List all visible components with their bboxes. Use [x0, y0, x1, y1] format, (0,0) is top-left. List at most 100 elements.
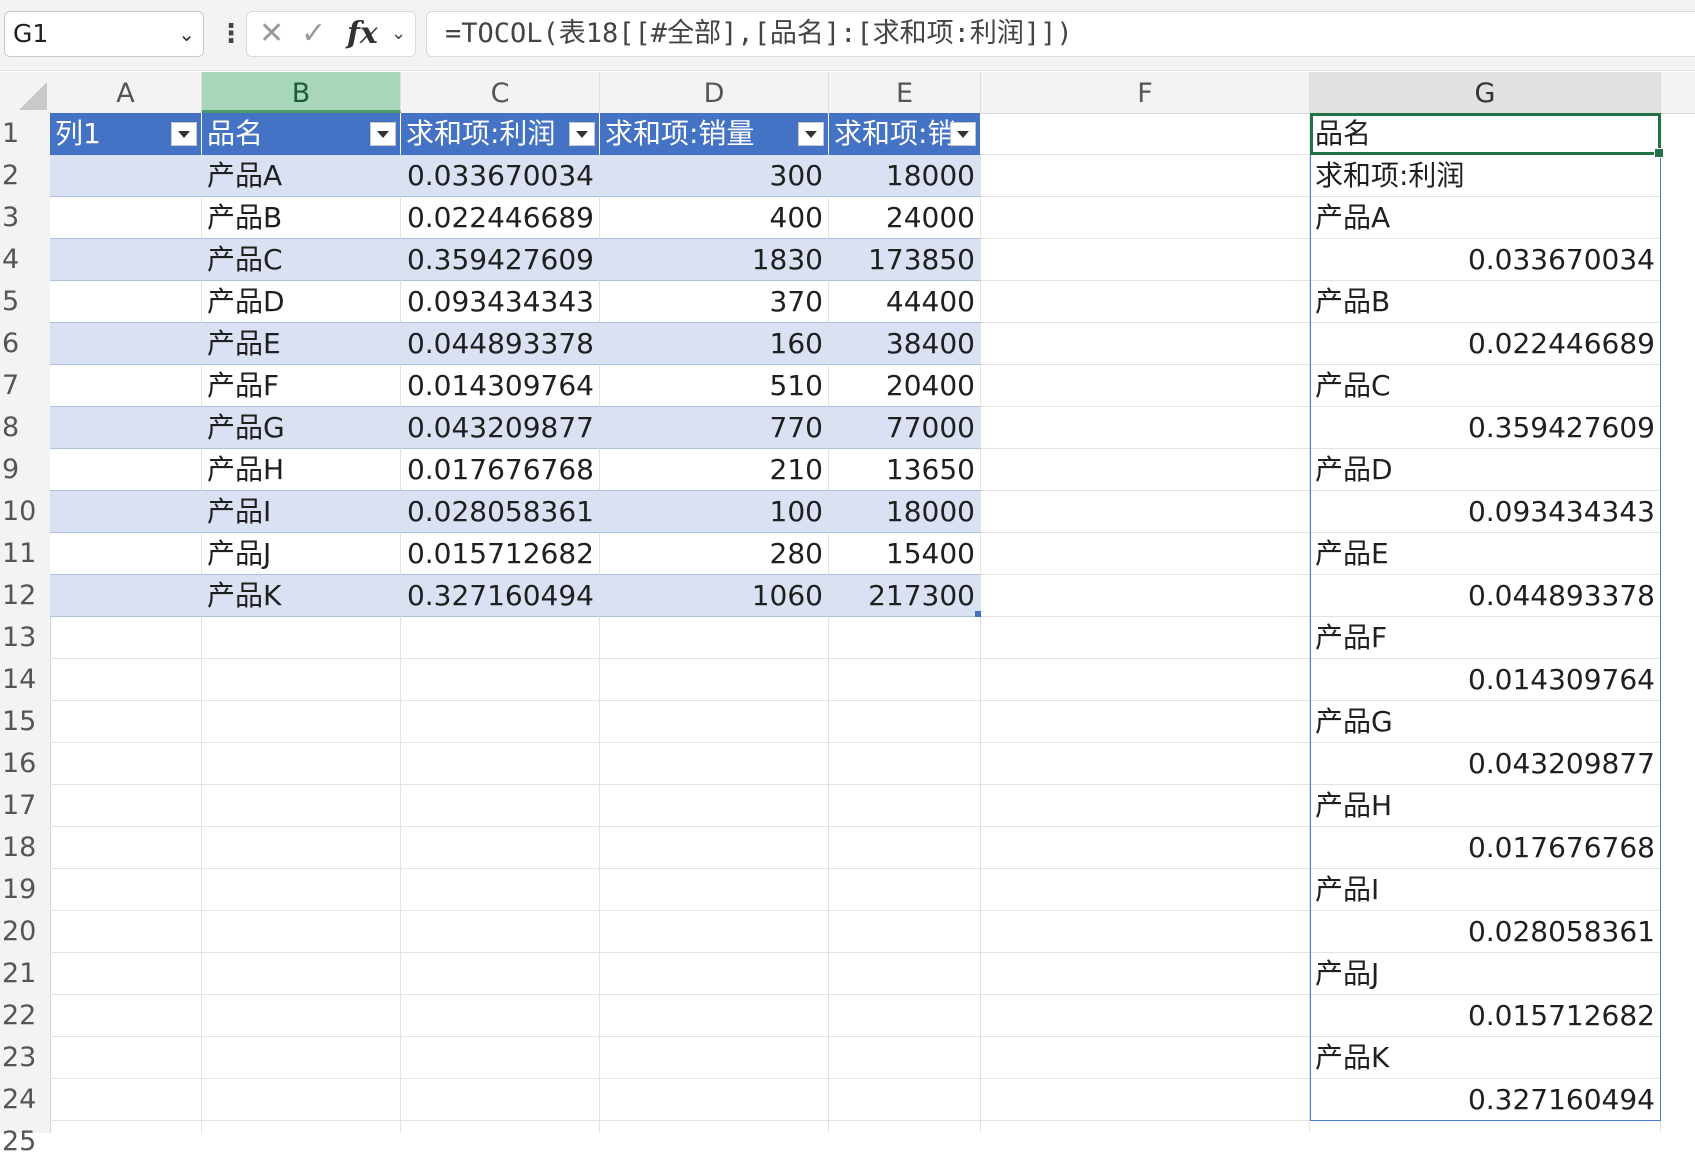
grid-cell[interactable]: [981, 1037, 1310, 1079]
column-header-e[interactable]: E: [829, 72, 981, 113]
grid-cell[interactable]: [829, 827, 981, 869]
grid-cell[interactable]: [202, 953, 401, 995]
table-header-cell[interactable]: 求和项:销量: [600, 113, 829, 155]
row-header-20[interactable]: 20: [0, 911, 50, 953]
row-header-14[interactable]: 14: [0, 659, 50, 701]
table-cell[interactable]: [50, 407, 202, 449]
grid-cell[interactable]: [600, 911, 829, 953]
table-cell[interactable]: 280: [600, 533, 829, 575]
grid-cell[interactable]: [600, 1121, 829, 1133]
table-cell[interactable]: 产品E: [202, 323, 401, 365]
spill-cell[interactable]: 求和项:利润: [1310, 155, 1661, 197]
grid-cell[interactable]: [829, 995, 981, 1037]
table-cell[interactable]: 770: [600, 407, 829, 449]
grid-cell[interactable]: [981, 659, 1310, 701]
table-cell[interactable]: 0.017676768: [401, 449, 600, 491]
table-cell[interactable]: 77000: [829, 407, 981, 449]
filter-dropdown-icon[interactable]: [171, 122, 197, 146]
table-header-cell[interactable]: 求和项:销: [829, 113, 981, 155]
grid-cell[interactable]: [50, 659, 202, 701]
chevron-down-icon[interactable]: ⌄: [178, 12, 195, 56]
table-cell[interactable]: 产品C: [202, 239, 401, 281]
grid-cell[interactable]: [401, 953, 600, 995]
grid-cell[interactable]: [981, 365, 1310, 407]
grid-cell[interactable]: [829, 743, 981, 785]
table-cell[interactable]: 产品F: [202, 365, 401, 407]
grid-cell[interactable]: [50, 701, 202, 743]
grid-cell[interactable]: [401, 785, 600, 827]
table-cell[interactable]: [50, 491, 202, 533]
spill-cell[interactable]: 0.359427609: [1310, 407, 1661, 449]
grid-cell[interactable]: [401, 701, 600, 743]
grid-cell[interactable]: [50, 1037, 202, 1079]
more-icon[interactable]: ⋮: [218, 14, 244, 54]
table-cell[interactable]: 210: [600, 449, 829, 491]
table-cell[interactable]: 100: [600, 491, 829, 533]
spill-cell[interactable]: 产品A: [1310, 197, 1661, 239]
table-cell[interactable]: 产品D: [202, 281, 401, 323]
grid-cell[interactable]: [600, 743, 829, 785]
table-cell[interactable]: 产品B: [202, 197, 401, 239]
table-cell[interactable]: 24000: [829, 197, 981, 239]
grid-cell[interactable]: [981, 869, 1310, 911]
table-header-cell[interactable]: 品名: [202, 113, 401, 155]
table-header-cell[interactable]: 列1: [50, 113, 202, 155]
table-cell[interactable]: 217300: [829, 575, 981, 617]
grid-cell[interactable]: [401, 1079, 600, 1121]
filter-dropdown-icon[interactable]: [370, 122, 396, 146]
table-cell[interactable]: 510: [600, 365, 829, 407]
row-header-5[interactable]: 5: [0, 281, 50, 323]
grid-cell[interactable]: [202, 911, 401, 953]
grid-cell[interactable]: [50, 743, 202, 785]
grid-cell[interactable]: [981, 239, 1310, 281]
table-cell[interactable]: 产品K: [202, 575, 401, 617]
grid-cell[interactable]: [202, 1121, 401, 1133]
grid-cell[interactable]: [981, 491, 1310, 533]
spill-cell[interactable]: 0.015712682: [1310, 995, 1661, 1037]
cancel-icon[interactable]: ✕: [259, 12, 284, 56]
grid-cell[interactable]: [50, 869, 202, 911]
table-cell[interactable]: 38400: [829, 323, 981, 365]
grid-cell[interactable]: [981, 197, 1310, 239]
row-header-4[interactable]: 4: [0, 239, 50, 281]
table-cell[interactable]: 0.015712682: [401, 533, 600, 575]
table-cell[interactable]: [50, 575, 202, 617]
table-cell[interactable]: 1830: [600, 239, 829, 281]
grid-cell[interactable]: [401, 827, 600, 869]
grid-cell[interactable]: [600, 1037, 829, 1079]
row-header-15[interactable]: 15: [0, 701, 50, 743]
row-header-11[interactable]: 11: [0, 533, 50, 575]
grid-cell[interactable]: [981, 743, 1310, 785]
grid-cell[interactable]: [202, 617, 401, 659]
table-cell[interactable]: 0.033670034: [401, 155, 600, 197]
grid-cell[interactable]: [981, 1079, 1310, 1121]
table-cell[interactable]: [50, 323, 202, 365]
column-header-d[interactable]: D: [600, 72, 829, 113]
grid-cell[interactable]: [829, 1079, 981, 1121]
grid-cell[interactable]: [829, 659, 981, 701]
row-header-16[interactable]: 16: [0, 743, 50, 785]
grid-cell[interactable]: [600, 953, 829, 995]
column-header-a[interactable]: A: [50, 72, 202, 113]
grid-cell[interactable]: [829, 617, 981, 659]
grid-cell[interactable]: [981, 701, 1310, 743]
table-cell[interactable]: 18000: [829, 155, 981, 197]
row-header-7[interactable]: 7: [0, 365, 50, 407]
grid-cell[interactable]: [600, 617, 829, 659]
table-cell[interactable]: 20400: [829, 365, 981, 407]
grid-cell[interactable]: [50, 995, 202, 1037]
grid-cell[interactable]: [981, 155, 1310, 197]
function-icon[interactable]: fx: [347, 12, 378, 56]
table-cell[interactable]: 0.044893378: [401, 323, 600, 365]
row-header-3[interactable]: 3: [0, 197, 50, 239]
grid-cell[interactable]: [829, 701, 981, 743]
enter-icon[interactable]: ✓: [301, 12, 326, 56]
grid-cell[interactable]: [401, 995, 600, 1037]
table-cell[interactable]: 0.022446689: [401, 197, 600, 239]
table-cell[interactable]: 产品H: [202, 449, 401, 491]
grid-cell[interactable]: [981, 407, 1310, 449]
spill-cell[interactable]: 0.017676768: [1310, 827, 1661, 869]
spill-cell[interactable]: 0.093434343: [1310, 491, 1661, 533]
grid-cell[interactable]: [401, 1121, 600, 1133]
grid-cell[interactable]: [401, 869, 600, 911]
